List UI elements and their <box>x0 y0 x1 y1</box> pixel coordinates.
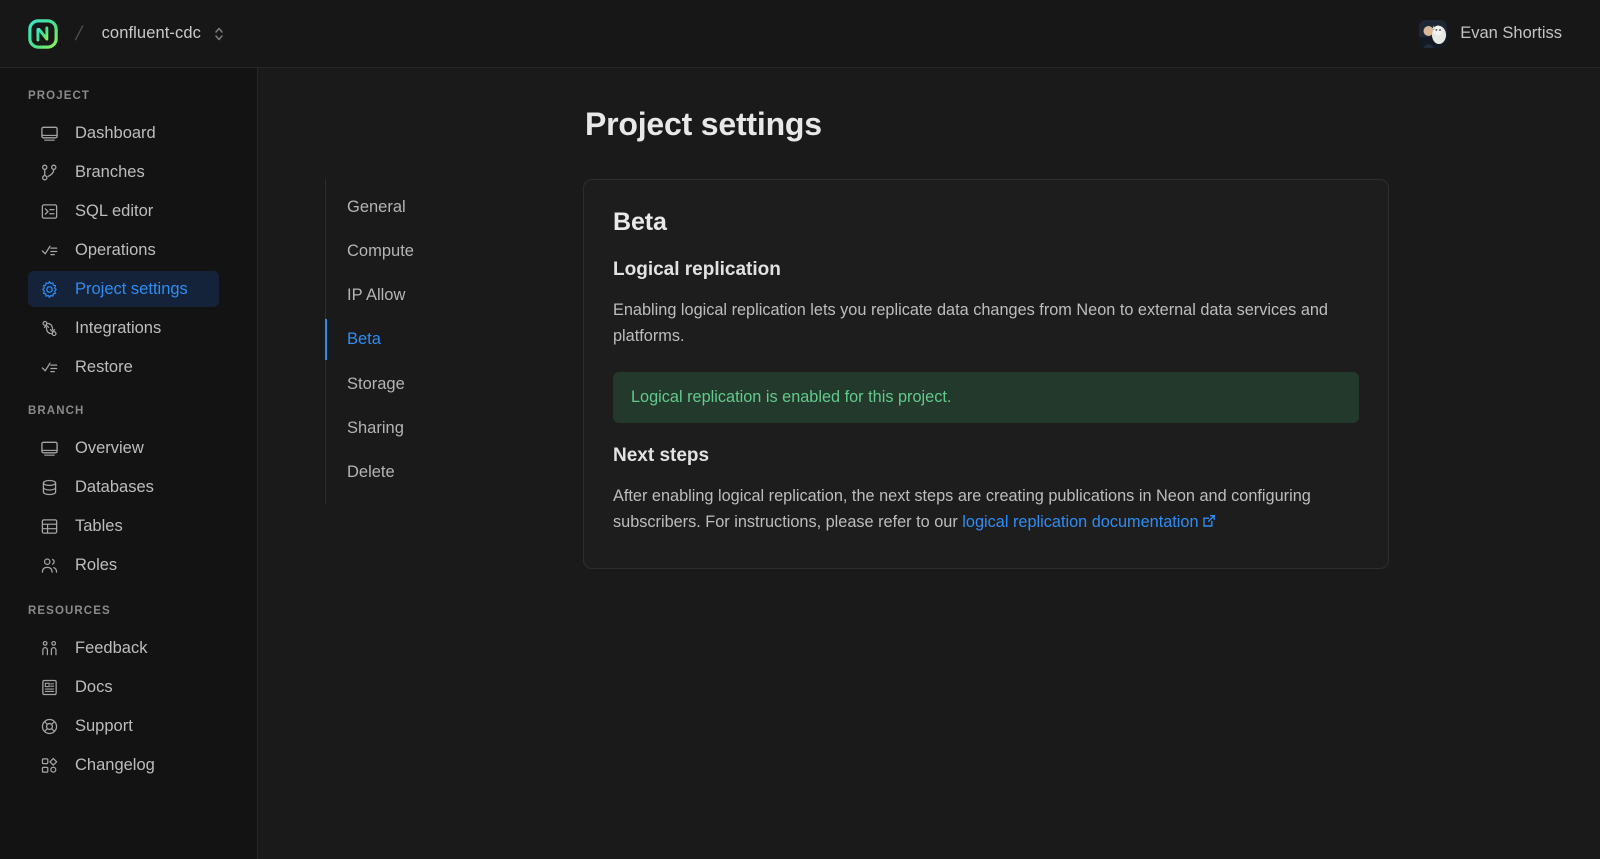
sidebar-item-label: Support <box>75 716 133 735</box>
subnav-item-beta[interactable]: Beta <box>325 317 583 361</box>
sidebar-item-label: Changelog <box>75 755 155 774</box>
lifebuoy-icon <box>41 718 58 734</box>
sidebar-item-label: Operations <box>75 240 156 259</box>
sidebar-item-label: Dashboard <box>75 123 156 142</box>
sidebar-item-label: Integrations <box>75 318 162 337</box>
user-menu[interactable]: Evan Shortiss <box>1419 19 1576 48</box>
neon-logo[interactable] <box>28 18 58 49</box>
beta-settings-card: Beta Logical replication Enabling logica… <box>583 179 1389 569</box>
sidebar-item-overview[interactable]: Overview <box>28 430 219 466</box>
sidebar-item-branches[interactable]: Branches <box>28 154 219 190</box>
branches-icon <box>42 164 57 180</box>
main-content: Project settings General Compute IP Allo… <box>258 68 1600 859</box>
subnav-item-storage[interactable]: Storage <box>326 362 583 406</box>
restore-icon <box>41 362 58 372</box>
section-title-logical-replication: Logical replication <box>613 259 781 280</box>
operations-icon <box>41 245 58 255</box>
project-switcher[interactable]: confluent-cdc <box>96 19 231 48</box>
integrations-icon <box>42 320 57 336</box>
database-icon <box>42 479 57 495</box>
sidebar-group-title: RESOURCES <box>28 605 111 617</box>
sidebar-item-support[interactable]: Support <box>28 708 219 744</box>
top-bar: / confluent-cdc Evan Shortiss <box>0 0 1600 68</box>
sidebar-item-restore[interactable]: Restore <box>28 349 219 385</box>
sidebar-group-title: BRANCH <box>28 405 85 417</box>
body: PROJECT Dashboard Branches SQL editor Op… <box>0 68 1600 859</box>
sidebar-item-integrations[interactable]: Integrations <box>28 310 219 346</box>
sidebar: PROJECT Dashboard Branches SQL editor Op… <box>0 68 258 859</box>
subnav-item-compute[interactable]: Compute <box>326 229 583 273</box>
section-title-next-steps: Next steps <box>613 444 710 466</box>
sidebar-item-label: Project settings <box>75 279 188 298</box>
card-title: Beta <box>613 208 667 236</box>
sidebar-item-sql-editor[interactable]: SQL editor <box>28 193 219 229</box>
overview-icon <box>41 441 58 456</box>
sidebar-item-label: Feedback <box>75 638 148 657</box>
sidebar-item-label: Roles <box>75 555 118 574</box>
sidebar-item-roles[interactable]: Roles <box>28 547 219 583</box>
sql-editor-icon <box>41 203 58 219</box>
feedback-icon <box>42 640 57 655</box>
docs-icon <box>42 679 57 695</box>
sidebar-item-label: Branches <box>75 162 145 181</box>
sidebar-item-changelog[interactable]: Changelog <box>28 747 219 783</box>
changelog-icon <box>41 757 58 773</box>
project-name: confluent-cdc <box>101 24 202 42</box>
subnav-item-general[interactable]: General <box>326 185 583 229</box>
link-label: logical replication documentation <box>962 513 1199 532</box>
users-icon <box>41 557 58 573</box>
sidebar-item-project-settings[interactable]: Project settings <box>28 271 219 307</box>
settings-subnav: General Compute IP Allow Beta Storage Sh… <box>325 179 583 504</box>
section-description: Enabling logical replication lets you re… <box>613 301 1328 346</box>
logical-replication-docs-link[interactable]: logical replication documentation <box>962 513 1215 531</box>
app-root: / confluent-cdc Evan Shortiss PROJECT Da… <box>0 0 1600 859</box>
sidebar-item-dashboard[interactable]: Dashboard <box>28 115 219 151</box>
user-name: Evan Shortiss <box>1460 24 1562 42</box>
sidebar-group-resources: RESOURCES Feedback Docs Support Changelo… <box>0 605 257 783</box>
sidebar-item-feedback[interactable]: Feedback <box>28 630 219 666</box>
table-icon <box>41 518 58 534</box>
sidebar-group-project: PROJECT Dashboard Branches SQL editor Op… <box>0 90 257 385</box>
status-banner-text: Logical replication is enabled for this … <box>631 387 952 406</box>
sidebar-item-docs[interactable]: Docs <box>28 669 219 705</box>
sidebar-item-label: Databases <box>75 477 154 496</box>
page-title: Project settings <box>585 106 822 142</box>
avatar <box>1419 19 1448 48</box>
sidebar-group-title: PROJECT <box>28 90 91 102</box>
subnav-item-ip-allow[interactable]: IP Allow <box>326 273 583 317</box>
sidebar-item-databases[interactable]: Databases <box>28 469 219 505</box>
content-row: General Compute IP Allow Beta Storage Sh… <box>258 179 1600 569</box>
breadcrumb-separator: / <box>73 22 85 45</box>
chevron-up-down-icon <box>215 27 223 40</box>
sidebar-item-label: Restore <box>75 357 133 376</box>
next-steps-text: After enabling logical replication, the … <box>613 483 1359 536</box>
sidebar-item-operations[interactable]: Operations <box>28 232 219 268</box>
dashboard-icon <box>41 126 58 141</box>
gear-icon <box>42 280 57 298</box>
sidebar-item-tables[interactable]: Tables <box>28 508 219 544</box>
external-link-icon <box>1202 515 1215 527</box>
subnav-item-delete[interactable]: Delete <box>326 450 583 494</box>
sidebar-group-branch: BRANCH Overview Databases Tables Roles <box>0 405 257 583</box>
sidebar-item-label: Tables <box>75 516 123 535</box>
status-banner: Logical replication is enabled for this … <box>613 371 1359 423</box>
sidebar-item-label: Overview <box>75 438 144 457</box>
sidebar-item-label: SQL editor <box>75 201 154 220</box>
subnav-item-sharing[interactable]: Sharing <box>326 406 583 450</box>
sidebar-item-label: Docs <box>75 677 113 696</box>
